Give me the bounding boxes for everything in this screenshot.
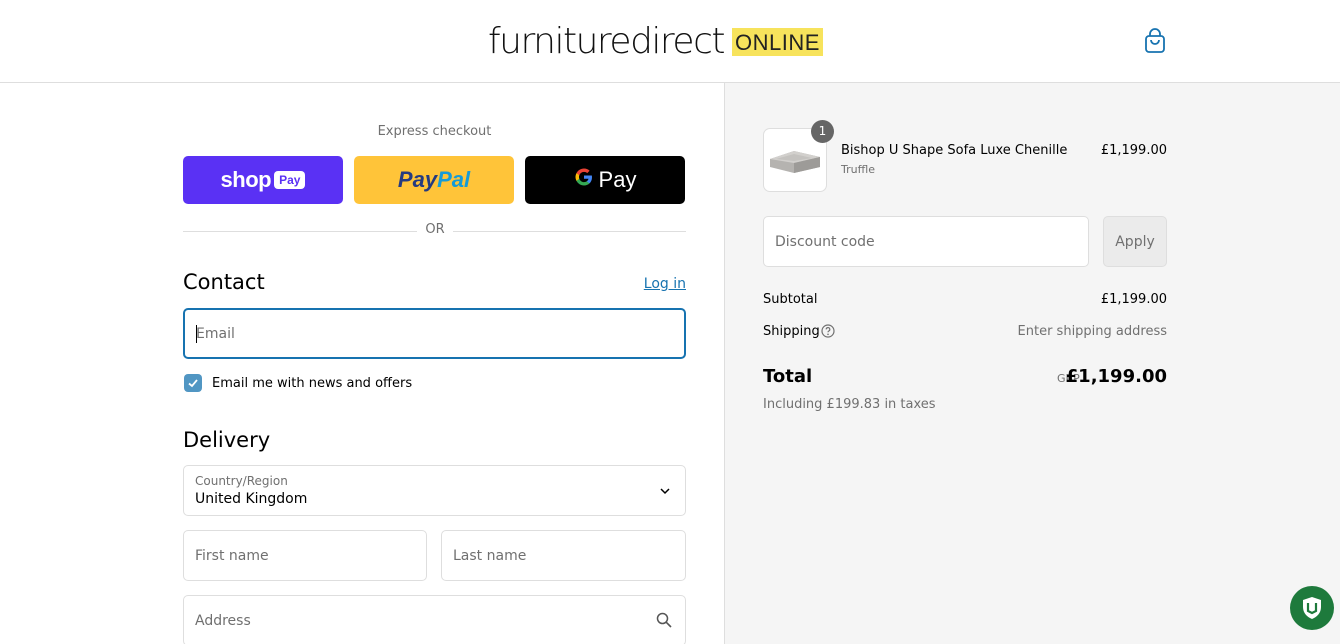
country-select[interactable]: Country/Region United Kingdom <box>183 465 686 516</box>
newsletter-checkbox[interactable] <box>184 374 202 392</box>
site-header: furnituredirect ONLINE <box>0 0 1340 83</box>
security-shield-icon[interactable] <box>1290 586 1334 630</box>
apply-discount-button[interactable]: Apply <box>1103 216 1167 267</box>
google-pay-logo: Pay <box>574 167 637 193</box>
paypal-button[interactable]: PayPal <box>354 156 514 204</box>
contact-heading: Contact <box>183 270 265 294</box>
shipping-value: Enter shipping address <box>1017 324 1167 339</box>
first-name-placeholder: First name <box>195 547 269 564</box>
quantity-badge: 1 <box>811 120 834 143</box>
checkmark-icon <box>188 379 198 388</box>
country-label: Country/Region <box>195 474 288 488</box>
google-pay-word: Pay <box>598 167 637 192</box>
discount-placeholder: Discount code <box>775 233 875 250</box>
shop-pay-button[interactable]: shop Pay <box>183 156 343 204</box>
or-label: OR <box>417 222 453 237</box>
subtotal-label: Subtotal <box>763 292 818 307</box>
email-placeholder: Email <box>196 325 235 342</box>
subtotal-value: £1,199.00 <box>1100 292 1167 307</box>
logo-badge: ONLINE <box>732 28 823 56</box>
last-name-placeholder: Last name <box>453 547 527 564</box>
total-label: Total <box>763 366 813 387</box>
shop-pay-word: shop <box>220 167 272 192</box>
email-field[interactable]: Email <box>183 308 686 359</box>
express-checkout-title: Express checkout <box>377 124 492 139</box>
discount-code-field[interactable]: Discount code <box>763 216 1089 267</box>
product-variant: Truffle <box>841 163 875 176</box>
paypal-logo: PayPal <box>397 167 471 192</box>
product-price: £1,199.00 <box>1100 143 1167 158</box>
newsletter-label: Email me with news and offers <box>212 376 413 391</box>
shop-pay-pill: Pay <box>274 171 306 189</box>
site-logo[interactable]: furnituredirect ONLINE <box>488 22 823 62</box>
address-placeholder: Address <box>195 612 251 629</box>
logo-text: furnituredirect <box>488 21 726 62</box>
help-icon[interactable] <box>821 324 835 338</box>
tax-note: Including £199.83 in taxes <box>763 397 936 412</box>
first-name-field[interactable]: First name <box>183 530 427 581</box>
total-value: £1,199.00 <box>1065 366 1167 387</box>
google-pay-button[interactable]: Pay <box>525 156 685 204</box>
chevron-down-icon <box>660 488 670 495</box>
shopping-bag-icon[interactable] <box>1143 28 1167 54</box>
delivery-heading: Delivery <box>183 428 271 452</box>
shipping-label: Shipping <box>763 324 820 339</box>
login-link[interactable]: Log in <box>600 276 686 292</box>
product-name: Bishop U Shape Sofa Luxe Chenille <box>841 143 1068 158</box>
google-g-icon <box>574 167 594 193</box>
search-icon <box>656 612 672 628</box>
address-field[interactable]: Address <box>183 595 686 644</box>
last-name-field[interactable]: Last name <box>441 530 686 581</box>
country-value: United Kingdom <box>195 491 308 507</box>
